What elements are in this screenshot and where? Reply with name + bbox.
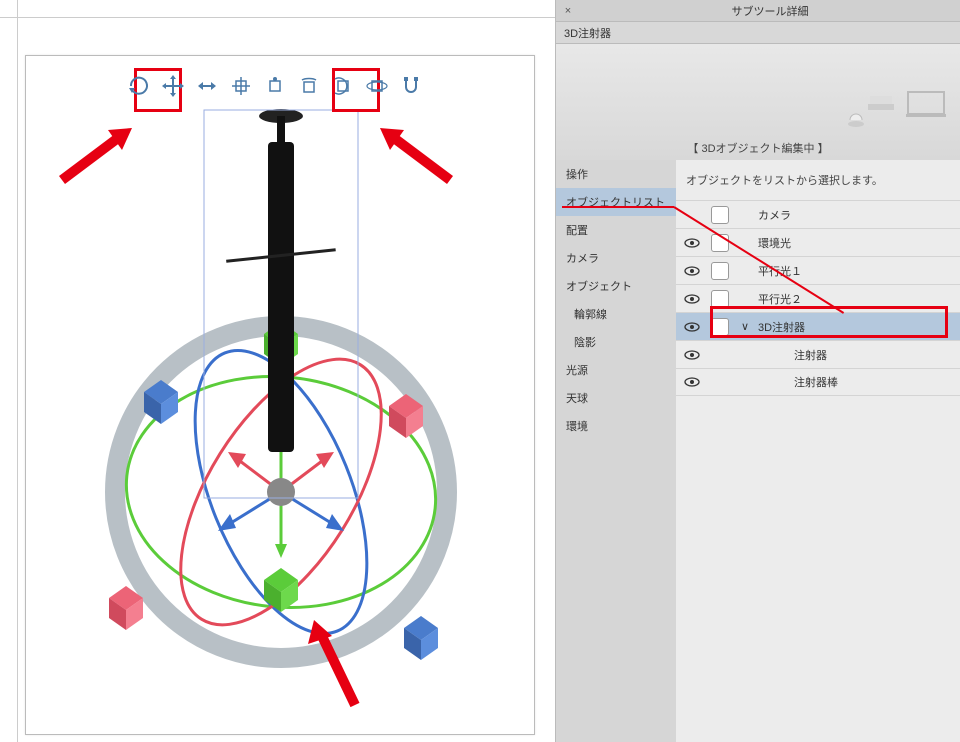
object-label: 平行光１: [758, 263, 960, 279]
object-label: 環境光: [758, 235, 960, 251]
object-free-icon[interactable]: [363, 72, 391, 100]
checkbox[interactable]: [708, 206, 732, 224]
object-list-content: オブジェクトをリストから選択します。 カメラ環境光平行光１平行光２∨3D注射器注…: [676, 160, 960, 742]
sidebar-item-1[interactable]: オブジェクトリスト: [556, 188, 676, 216]
sidebar-item-5[interactable]: 輪郭線: [556, 300, 676, 328]
object-row-1[interactable]: 環境光: [676, 228, 960, 256]
object-label: 注射器: [758, 347, 960, 363]
object-row-5[interactable]: 注射器: [676, 340, 960, 368]
sidebar-item-3[interactable]: カメラ: [556, 244, 676, 272]
sidebar-item-6[interactable]: 陰影: [556, 328, 676, 356]
panel-subtitle: 3D注射器: [556, 22, 960, 44]
sidebar-item-8[interactable]: 天球: [556, 384, 676, 412]
sidebar-item-0[interactable]: 操作: [556, 160, 676, 188]
sidebar-item-9[interactable]: 環境: [556, 412, 676, 440]
3d-toolbar: [125, 72, 425, 100]
visibility-eye-icon[interactable]: [680, 319, 704, 335]
object-rotate-icon[interactable]: [295, 72, 323, 100]
checkbox[interactable]: [708, 290, 732, 308]
object-row-0[interactable]: カメラ: [676, 200, 960, 228]
panel-title: サブツール詳細: [580, 3, 960, 19]
subtool-detail-panel: × サブツール詳細 3D注射器 【 3Dオブジェクト編集中 】 操作オブジェクト…: [555, 0, 960, 742]
panel-titlebar: × サブツール詳細: [556, 0, 960, 22]
ruler-left: [0, 0, 18, 742]
object-label: 注射器棒: [758, 374, 960, 390]
visibility-eye-icon[interactable]: [680, 263, 704, 279]
camera-pan-icon[interactable]: [159, 72, 187, 100]
panel-banner: 【 3Dオブジェクト編集中 】: [556, 44, 960, 160]
sidebar-item-7[interactable]: 光源: [556, 356, 676, 384]
canvas-area: [0, 0, 555, 742]
annotation-arrow-2: [370, 120, 470, 200]
sidebar-item-4[interactable]: オブジェクト: [556, 272, 676, 300]
object-row-6[interactable]: 注射器棒: [676, 368, 960, 396]
annotation-underline: [562, 206, 674, 208]
magnet-icon[interactable]: [397, 72, 425, 100]
sidebar-category-list: 操作オブジェクトリスト配置カメラオブジェクト輪郭線陰影光源天球環境: [556, 160, 676, 742]
object-row-2[interactable]: 平行光１: [676, 256, 960, 284]
ruler-top: [0, 0, 555, 18]
annotation-box-3: [710, 306, 948, 338]
content-hint: オブジェクトをリストから選択します。: [676, 166, 960, 200]
banner-decor-icon: [848, 82, 948, 142]
object-move-icon[interactable]: [227, 72, 255, 100]
camera-zoom-icon[interactable]: [193, 72, 221, 100]
annotation-arrow-1: [52, 120, 152, 200]
object-scale-icon[interactable]: [261, 72, 289, 100]
visibility-eye-icon[interactable]: [680, 291, 704, 307]
visibility-eye-icon[interactable]: [680, 347, 704, 363]
banner-status-text: 【 3Dオブジェクト編集中 】: [683, 136, 832, 160]
visibility-eye-icon[interactable]: [680, 235, 704, 251]
checkbox[interactable]: [708, 262, 732, 280]
object-ground-icon[interactable]: [329, 72, 357, 100]
visibility-eye-icon[interactable]: [680, 374, 704, 390]
panel-close-button[interactable]: ×: [556, 5, 580, 17]
camera-rotate-icon[interactable]: [125, 72, 153, 100]
sidebar-item-2[interactable]: 配置: [556, 216, 676, 244]
object-label: 平行光２: [758, 291, 960, 307]
annotation-arrow-3: [300, 610, 380, 720]
object-label: カメラ: [758, 207, 960, 223]
